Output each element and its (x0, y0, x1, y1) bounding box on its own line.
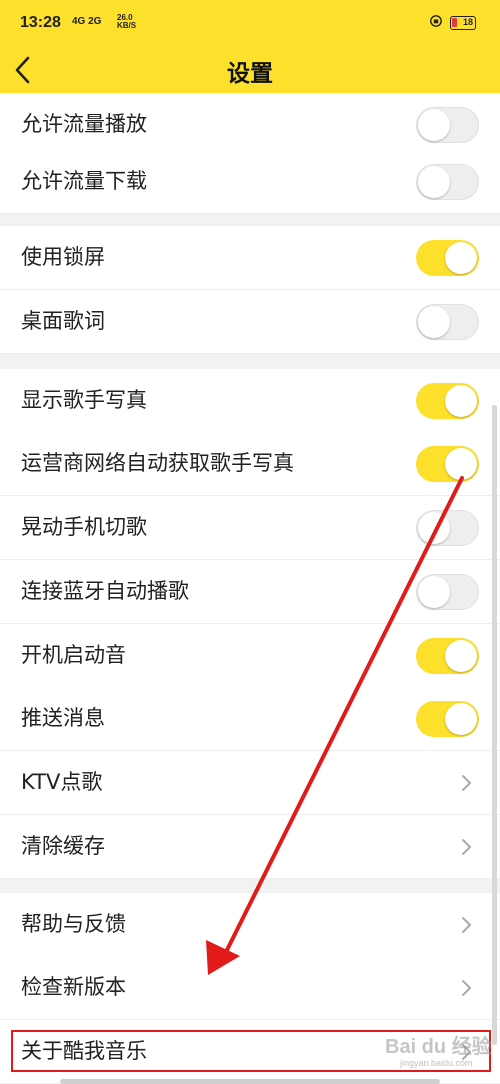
chevron-right-icon (462, 980, 471, 996)
settings-row-label: 允许流量下载 (21, 169, 147, 193)
settings-row-label: 桌面歌词 (21, 309, 105, 333)
battery-level: 18 (462, 17, 473, 27)
settings-row-label: 开机启动音 (21, 643, 126, 667)
toggle-switch[interactable] (416, 383, 479, 419)
settings-row-label: KTV点歌 (21, 770, 103, 794)
toggle-knob (418, 165, 450, 198)
toggle-knob (418, 305, 450, 338)
status-time: 13:28 (20, 14, 61, 31)
settings-row[interactable]: 帮助与反馈 (0, 893, 500, 957)
toggle-knob (445, 448, 477, 480)
settings-row-label: 关于酷我音乐 (21, 1039, 147, 1063)
toggle-knob (418, 575, 450, 608)
settings-row[interactable]: 检查新版本 (0, 956, 500, 1020)
chevron-right-icon (462, 917, 471, 933)
page-title: 设置 (227, 61, 273, 87)
speed-unit: KB/S (117, 21, 137, 30)
toggle-switch[interactable] (416, 240, 479, 276)
settings-row-label: 检查新版本 (21, 975, 126, 999)
settings-row[interactable]: 显示歌手写真 (0, 369, 500, 433)
toggle-knob (445, 640, 477, 672)
home-indicator[interactable] (60, 1079, 440, 1084)
settings-row[interactable]: 推送消息 (0, 687, 500, 751)
watermark-logo: Bai du 经验 (385, 1036, 492, 1058)
settings-row-label: 清除缓存 (21, 834, 105, 858)
settings-row[interactable]: KTV点歌 (0, 751, 500, 815)
settings-row[interactable]: 晃动手机切歌 (0, 496, 500, 560)
watermark-url: jingyan.baidu.com (400, 1058, 473, 1068)
toggle-switch[interactable] (416, 446, 479, 482)
status-bar: 13:28 4G 2G 26.0 KB/S 18 (0, 0, 500, 46)
app-header: 13:28 4G 2G 26.0 KB/S 18 设置 (0, 0, 500, 103)
toggle-switch[interactable] (416, 638, 479, 674)
net-speed: 26.0 KB/S (117, 14, 136, 30)
settings-row-label: 运营商网络自动获取歌手写真 (21, 451, 294, 475)
toggle-switch[interactable] (416, 304, 479, 340)
settings-row[interactable]: 运营商网络自动获取歌手写真 (0, 432, 500, 496)
toggle-switch[interactable] (416, 701, 479, 737)
settings-row[interactable]: 连接蓝牙自动播歌 (0, 560, 500, 624)
toggle-switch[interactable] (416, 510, 479, 546)
toggle-knob (445, 703, 477, 735)
settings-row[interactable]: 开机启动音 (0, 624, 500, 688)
toggle-knob (445, 242, 477, 274)
network-label: 4G 2G (72, 16, 102, 27)
settings-row-label: 推送消息 (21, 706, 105, 730)
settings-row[interactable]: 允许流量播放 (0, 93, 500, 157)
toggle-switch[interactable] (416, 574, 479, 610)
battery-fill (452, 18, 457, 27)
chevron-right-icon (462, 839, 471, 855)
lock-icon (430, 15, 442, 27)
network-indicator: 4G 2G (72, 16, 101, 27)
settings-row-label: 允许流量播放 (21, 112, 147, 136)
settings-row[interactable]: 使用锁屏 (0, 226, 500, 290)
settings-row[interactable]: 桌面歌词 (0, 290, 500, 354)
scrollbar[interactable] (492, 405, 497, 1045)
settings-row-label: 晃动手机切歌 (21, 515, 147, 539)
settings-row-label: 帮助与反馈 (21, 912, 126, 936)
settings-row-label: 连接蓝牙自动播歌 (21, 579, 189, 603)
settings-row-label: 使用锁屏 (21, 245, 105, 269)
chevron-right-icon (462, 775, 471, 791)
toggle-switch[interactable] (416, 164, 479, 200)
toggle-knob (445, 385, 477, 417)
settings-row[interactable]: 允许流量下载 (0, 150, 500, 214)
toggle-knob (418, 511, 450, 544)
settings-row[interactable]: 清除缓存 (0, 815, 500, 879)
toggle-knob (418, 108, 450, 141)
battery-icon: 18 (450, 16, 476, 30)
settings-row-label: 显示歌手写真 (21, 388, 147, 412)
toggle-switch[interactable] (416, 107, 479, 143)
